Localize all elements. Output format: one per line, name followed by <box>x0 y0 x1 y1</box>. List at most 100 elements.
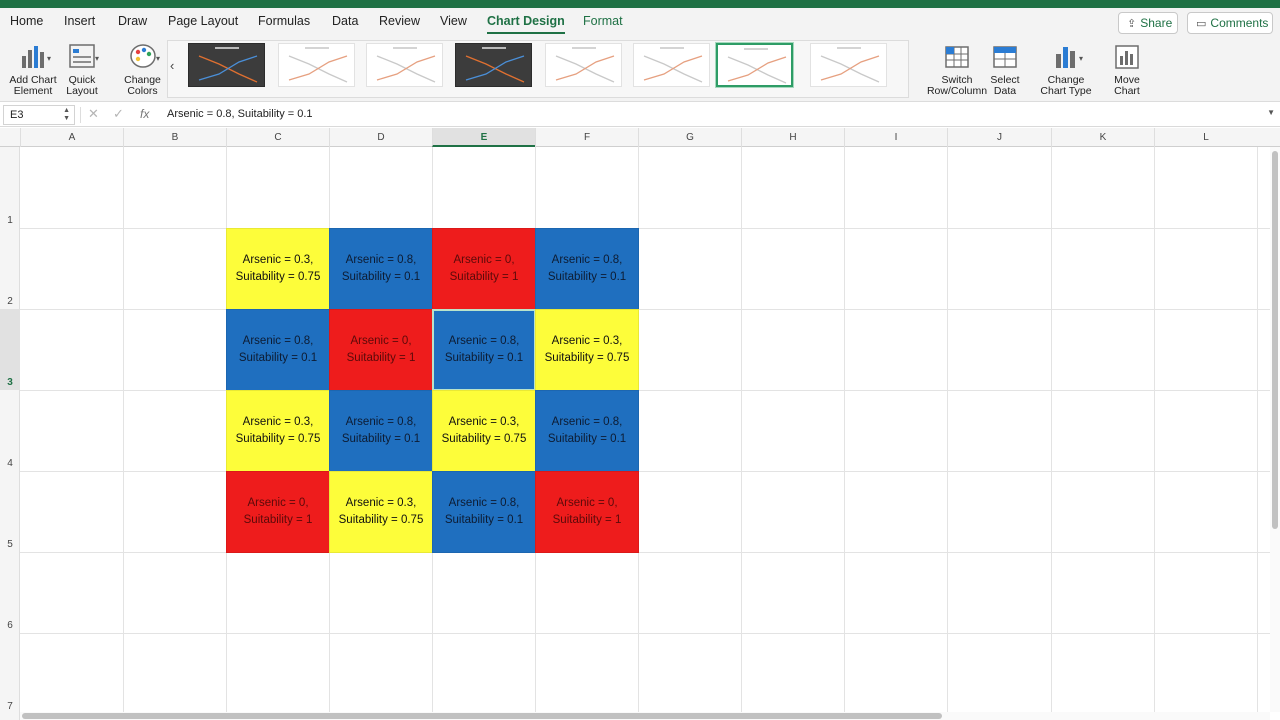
chevron-down-icon[interactable]: ▾ <box>95 54 99 63</box>
row-header-7[interactable]: 7 <box>0 633 20 714</box>
cell-c4[interactable]: Arsenic = 0.3, Suitability = 0.75 <box>226 390 330 472</box>
tab-page-layout[interactable]: Page Layout <box>168 14 238 28</box>
grid-line <box>1154 147 1155 712</box>
select-data-button[interactable]: Select Data <box>988 42 1022 97</box>
cell-c5[interactable]: Arsenic = 0, Suitability = 1 <box>226 471 330 553</box>
chart-style-thumbnail[interactable] <box>715 42 794 88</box>
chevron-left-icon[interactable]: ‹ <box>170 58 174 73</box>
tab-home[interactable]: Home <box>10 14 43 28</box>
vertical-scroll-thumb[interactable] <box>1272 151 1278 529</box>
add-chart-element-label: Add Chart Element <box>9 74 57 97</box>
formula-input[interactable]: Arsenic = 0.8, Suitability = 0.1 <box>167 108 313 120</box>
cell-e2[interactable]: Arsenic = 0, Suitability = 1 <box>432 228 536 310</box>
cell-f2[interactable]: Arsenic = 0.8, Suitability = 0.1 <box>535 228 639 310</box>
cell-f3[interactable]: Arsenic = 0.3, Suitability = 0.75 <box>535 309 639 391</box>
column-header-e[interactable]: E <box>432 128 535 147</box>
tab-view[interactable]: View <box>440 14 467 28</box>
switch-row-column-button[interactable]: Switch Row/Column <box>926 42 988 97</box>
chart-style-thumbnail[interactable] <box>545 43 622 87</box>
name-box[interactable]: E3 ▲ ▼ <box>3 105 75 125</box>
column-header-a[interactable]: A <box>20 128 123 147</box>
cell-d4[interactable]: Arsenic = 0.8, Suitability = 0.1 <box>329 390 433 472</box>
check-icon[interactable]: ✓ <box>113 106 124 122</box>
tab-chart-design[interactable]: Chart Design <box>487 14 565 34</box>
column-header-k[interactable]: K <box>1051 128 1154 147</box>
column-header-c[interactable]: C <box>226 128 329 147</box>
row-header-1[interactable]: 1 <box>0 147 20 228</box>
change-chart-type-button[interactable]: Change Chart Type <box>1040 42 1092 97</box>
comments-button[interactable]: ▭ Comments <box>1187 12 1273 34</box>
horizontal-scroll-thumb[interactable] <box>22 713 942 719</box>
name-box-spinner-icon[interactable]: ▲ ▼ <box>63 107 70 123</box>
share-label: Share <box>1140 16 1173 30</box>
tab-insert[interactable]: Insert <box>64 14 95 28</box>
cancel-icon[interactable]: ✕ <box>88 106 99 122</box>
cell-d5[interactable]: Arsenic = 0.3, Suitability = 0.75 <box>329 471 433 553</box>
vertical-scrollbar[interactable] <box>1270 147 1280 712</box>
cell-e4[interactable]: Arsenic = 0.3, Suitability = 0.75 <box>432 390 536 472</box>
tab-format[interactable]: Format <box>583 14 623 28</box>
title-bar <box>0 0 1280 8</box>
cell-d2[interactable]: Arsenic = 0.8, Suitability = 0.1 <box>329 228 433 310</box>
tab-formulas[interactable]: Formulas <box>258 14 310 28</box>
select-data-label: Select Data <box>990 74 1020 97</box>
chart-style-thumbnail[interactable] <box>455 43 532 87</box>
grid-line <box>947 147 948 712</box>
cell-d3[interactable]: Arsenic = 0, Suitability = 1 <box>329 309 433 391</box>
chart-style-thumbnail[interactable] <box>366 43 443 87</box>
row-header-2[interactable]: 2 <box>0 228 20 309</box>
row-header-5[interactable]: 5 <box>0 471 20 552</box>
select-all-corner[interactable] <box>0 128 20 147</box>
column-header-f[interactable]: F <box>535 128 638 147</box>
tab-draw[interactable]: Draw <box>118 14 147 28</box>
chevron-down-icon[interactable]: ▾ <box>1079 54 1083 63</box>
grid-line <box>20 552 1270 553</box>
comments-label: Comments <box>1210 16 1269 30</box>
grid-line <box>123 147 124 712</box>
cell-c3[interactable]: Arsenic = 0.8, Suitability = 0.1 <box>226 309 330 391</box>
move-chart-button[interactable]: Move Chart <box>1112 42 1142 97</box>
quick-layout-icon <box>67 42 97 70</box>
cell-f4[interactable]: Arsenic = 0.8, Suitability = 0.1 <box>535 390 639 472</box>
grid-line <box>20 390 1270 391</box>
tab-review[interactable]: Review <box>379 14 420 28</box>
row-header-4[interactable]: 4 <box>0 390 20 471</box>
column-header-j[interactable]: J <box>947 128 1051 147</box>
grid-line <box>844 147 845 712</box>
add-chart-element-icon <box>18 42 48 70</box>
cell-c2[interactable]: Arsenic = 0.3, Suitability = 0.75 <box>226 228 330 310</box>
chart-style-thumbnail[interactable] <box>278 43 355 87</box>
grid-line <box>20 633 1270 634</box>
chart-style-thumbnail[interactable] <box>188 43 265 87</box>
add-chart-element-button[interactable]: Add Chart Element <box>8 42 58 97</box>
formula-bar: E3 ▲ ▼ ✕ ✓ fx Arsenic = 0.8, Suitability … <box>0 103 1280 127</box>
spreadsheet-grid[interactable]: Arsenic = 0.3, Suitability = 0.75 Arsenic… <box>20 147 1270 712</box>
chevron-down-icon[interactable]: ▾ <box>47 54 51 63</box>
row-header-6[interactable]: 6 <box>0 552 20 633</box>
column-header-b[interactable]: B <box>123 128 226 147</box>
ribbon: Add Chart Element ▾ Quick Layout ▾ Chang… <box>0 36 1280 102</box>
change-chart-type-label: Change Chart Type <box>1040 74 1092 97</box>
column-header-h[interactable]: H <box>741 128 844 147</box>
cell-f5[interactable]: Arsenic = 0, Suitability = 1 <box>535 471 639 553</box>
column-header-g[interactable]: G <box>638 128 741 147</box>
palette-icon <box>128 42 158 70</box>
change-colors-button[interactable]: Change Colors <box>120 42 165 97</box>
column-header-l[interactable]: L <box>1154 128 1257 147</box>
row-header-3[interactable]: 3 <box>0 309 20 390</box>
row-headers: 1234567 <box>0 147 20 720</box>
cell-e5[interactable]: Arsenic = 0.8, Suitability = 0.1 <box>432 471 536 553</box>
chart-style-thumbnail[interactable] <box>810 43 887 87</box>
column-header-d[interactable]: D <box>329 128 432 147</box>
horizontal-scrollbar[interactable] <box>20 712 1270 720</box>
column-header-i[interactable]: I <box>844 128 947 147</box>
chevron-down-icon[interactable]: ▾ <box>156 54 160 63</box>
cell-e3[interactable]: Arsenic = 0.8, Suitability = 0.1 <box>432 309 536 391</box>
chevron-down-icon[interactable]: ▼ <box>1267 108 1275 117</box>
quick-layout-button[interactable]: Quick Layout <box>62 42 102 97</box>
switch-row-column-label: Switch Row/Column <box>926 74 988 97</box>
tab-data[interactable]: Data <box>332 14 358 28</box>
share-button[interactable]: ⇪ Share <box>1118 12 1178 34</box>
chart-style-thumbnail[interactable] <box>633 43 710 87</box>
function-icon[interactable]: fx <box>140 107 149 121</box>
